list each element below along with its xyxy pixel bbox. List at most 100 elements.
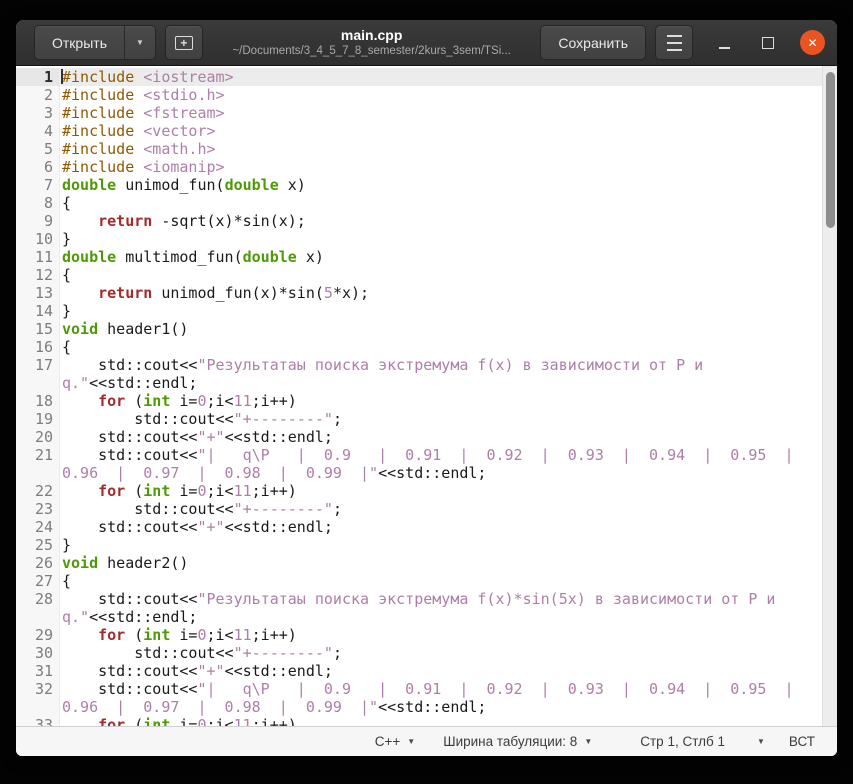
line-number: 11 (16, 248, 60, 266)
code-line[interactable]: 25} (16, 536, 823, 554)
code-line[interactable]: 1#include <iostream> (16, 68, 823, 86)
line-number: 5 (16, 140, 60, 158)
maximize-button[interactable] (756, 31, 780, 55)
line-number: 27 (16, 572, 60, 590)
scrollbar-thumb[interactable] (826, 72, 835, 228)
code-line[interactable]: 33 for (int i=0;i<11;i++) (16, 716, 823, 726)
new-document-button[interactable]: + (165, 25, 203, 60)
code-text[interactable]: return unimod_fun(x)*sin(5*x); (60, 284, 823, 302)
titlebar[interactable]: Открыть ▼ + main.cpp ~/Documents/3_4_5_7… (16, 20, 837, 66)
code-text[interactable]: } (60, 302, 823, 320)
close-button[interactable]: ✕ (800, 30, 825, 55)
line-number: 24 (16, 518, 60, 536)
code-line[interactable]: 27{ (16, 572, 823, 590)
line-number: 18 (16, 392, 60, 410)
minimize-button[interactable] (712, 31, 736, 55)
code-text[interactable]: for (int i=0;i<11;i++) (60, 716, 823, 726)
code-text[interactable]: } (60, 230, 823, 248)
code-text[interactable]: #include <iostream> (60, 68, 823, 86)
code-line[interactable]: 20 std::cout<<"+"<<std::endl; (16, 428, 823, 446)
code-text[interactable]: void header1() (60, 320, 823, 338)
code-line[interactable]: 30 std::cout<<"+--------"; (16, 644, 823, 662)
code-line[interactable]: 24 std::cout<<"+"<<std::endl; (16, 518, 823, 536)
line-number: 20 (16, 428, 60, 446)
code-text[interactable]: std::cout<<"+"<<std::endl; (60, 428, 823, 446)
code-text[interactable]: for (int i=0;i<11;i++) (60, 392, 823, 410)
menu-button[interactable] (655, 25, 693, 60)
code-line[interactable]: 9 return -sqrt(x)*sin(x); (16, 212, 823, 230)
code-text[interactable]: } (60, 536, 823, 554)
code-line[interactable]: 17 std::cout<<"Результатаы поиска экстре… (16, 356, 823, 374)
code-line[interactable]: 32 std::cout<<"| q\P | 0.9 | 0.91 | 0.92… (16, 680, 823, 698)
code-text[interactable]: double unimod_fun(double x) (60, 176, 823, 194)
code-line[interactable]: 16{ (16, 338, 823, 356)
code-line[interactable]: 11double multimod_fun(double x) (16, 248, 823, 266)
code-text[interactable]: { (60, 572, 823, 590)
goto-position-dropdown[interactable]: ▼ (757, 738, 765, 746)
open-button[interactable]: Открыть (35, 26, 124, 59)
code-line[interactable]: 0.96 | 0.97 | 0.98 | 0.99 |"<<std::endl; (16, 464, 823, 482)
code-text[interactable]: std::cout<<"+"<<std::endl; (60, 662, 823, 680)
code-line[interactable]: 3#include <fstream> (16, 104, 823, 122)
code-line[interactable]: 7double unimod_fun(double x) (16, 176, 823, 194)
code-text[interactable]: for (int i=0;i<11;i++) (60, 482, 823, 500)
code-text[interactable]: { (60, 194, 823, 212)
code-line[interactable]: 26void header2() (16, 554, 823, 572)
code-text[interactable]: #include <vector> (60, 122, 823, 140)
code-line[interactable]: 29 for (int i=0;i<11;i++) (16, 626, 823, 644)
code-text[interactable]: std::cout<<"Результатаы поиска экстремум… (60, 590, 823, 608)
code-line[interactable]: q."<<std::endl; (16, 374, 823, 392)
code-text[interactable]: 0.96 | 0.97 | 0.98 | 0.99 |"<<std::endl; (60, 464, 823, 482)
line-number: 2 (16, 86, 60, 104)
code-line[interactable]: 2#include <stdio.h> (16, 86, 823, 104)
code-text[interactable]: #include <iomanip> (60, 158, 823, 176)
code-line[interactable]: 19 std::cout<<"+--------"; (16, 410, 823, 428)
line-number: 29 (16, 626, 60, 644)
code-line[interactable]: 6#include <iomanip> (16, 158, 823, 176)
code-line[interactable]: 4#include <vector> (16, 122, 823, 140)
open-dropdown-button[interactable]: ▼ (124, 26, 155, 59)
code-text[interactable]: std::cout<<"| q\P | 0.9 | 0.91 | 0.92 | … (60, 446, 823, 464)
code-line[interactable]: 5#include <math.h> (16, 140, 823, 158)
code-line[interactable]: 13 return unimod_fun(x)*sin(5*x); (16, 284, 823, 302)
language-dropdown[interactable]: C++ ▼ (375, 734, 415, 749)
code-text[interactable]: std::cout<<"Результатаы поиска экстремум… (60, 356, 823, 374)
line-number: 15 (16, 320, 60, 338)
code-text[interactable]: std::cout<<"+--------"; (60, 410, 823, 428)
code-line[interactable]: 31 std::cout<<"+"<<std::endl; (16, 662, 823, 680)
code-text[interactable]: std::cout<<"+--------"; (60, 644, 823, 662)
code-text[interactable]: { (60, 266, 823, 284)
code-line[interactable]: 10} (16, 230, 823, 248)
code-text[interactable]: for (int i=0;i<11;i++) (60, 626, 823, 644)
code-line[interactable]: 21 std::cout<<"| q\P | 0.9 | 0.91 | 0.92… (16, 446, 823, 464)
code-line[interactable]: 28 std::cout<<"Результатаы поиска экстре… (16, 590, 823, 608)
code-line[interactable]: 15void header1() (16, 320, 823, 338)
code-text[interactable]: 0.96 | 0.97 | 0.98 | 0.99 |"<<std::endl; (60, 698, 823, 716)
save-button[interactable]: Сохранить (540, 25, 646, 60)
code-text[interactable]: #include <math.h> (60, 140, 823, 158)
code-line[interactable]: 8{ (16, 194, 823, 212)
code-line[interactable]: 14} (16, 302, 823, 320)
code-line[interactable]: 22 for (int i=0;i<11;i++) (16, 482, 823, 500)
code-line[interactable]: 23 std::cout<<"+--------"; (16, 500, 823, 518)
tab-width-dropdown[interactable]: Ширина табуляции: 8 ▼ (443, 734, 592, 749)
code-text[interactable]: #include <fstream> (60, 104, 823, 122)
vertical-scrollbar[interactable] (822, 66, 837, 726)
code-text[interactable]: q."<<std::endl; (60, 374, 823, 392)
code-line[interactable]: q."<<std::endl; (16, 608, 823, 626)
code-text[interactable]: q."<<std::endl; (60, 608, 823, 626)
code-text[interactable]: return -sqrt(x)*sin(x); (60, 212, 823, 230)
line-number: 13 (16, 284, 60, 302)
code-line[interactable]: 0.96 | 0.97 | 0.98 | 0.99 |"<<std::endl; (16, 698, 823, 716)
code-text[interactable]: std::cout<<"+--------"; (60, 500, 823, 518)
text-editor[interactable]: 1#include <iostream>2#include <stdio.h>3… (16, 66, 837, 726)
code-text[interactable]: #include <stdio.h> (60, 86, 823, 104)
code-text[interactable]: { (60, 338, 823, 356)
code-line[interactable]: 18 for (int i=0;i<11;i++) (16, 392, 823, 410)
code-text[interactable]: std::cout<<"+"<<std::endl; (60, 518, 823, 536)
code-text[interactable]: double multimod_fun(double x) (60, 248, 823, 266)
code-text[interactable]: std::cout<<"| q\P | 0.9 | 0.91 | 0.92 | … (60, 680, 823, 698)
code-text[interactable]: void header2() (60, 554, 823, 572)
code-line[interactable]: 12{ (16, 266, 823, 284)
line-number: 28 (16, 590, 60, 608)
